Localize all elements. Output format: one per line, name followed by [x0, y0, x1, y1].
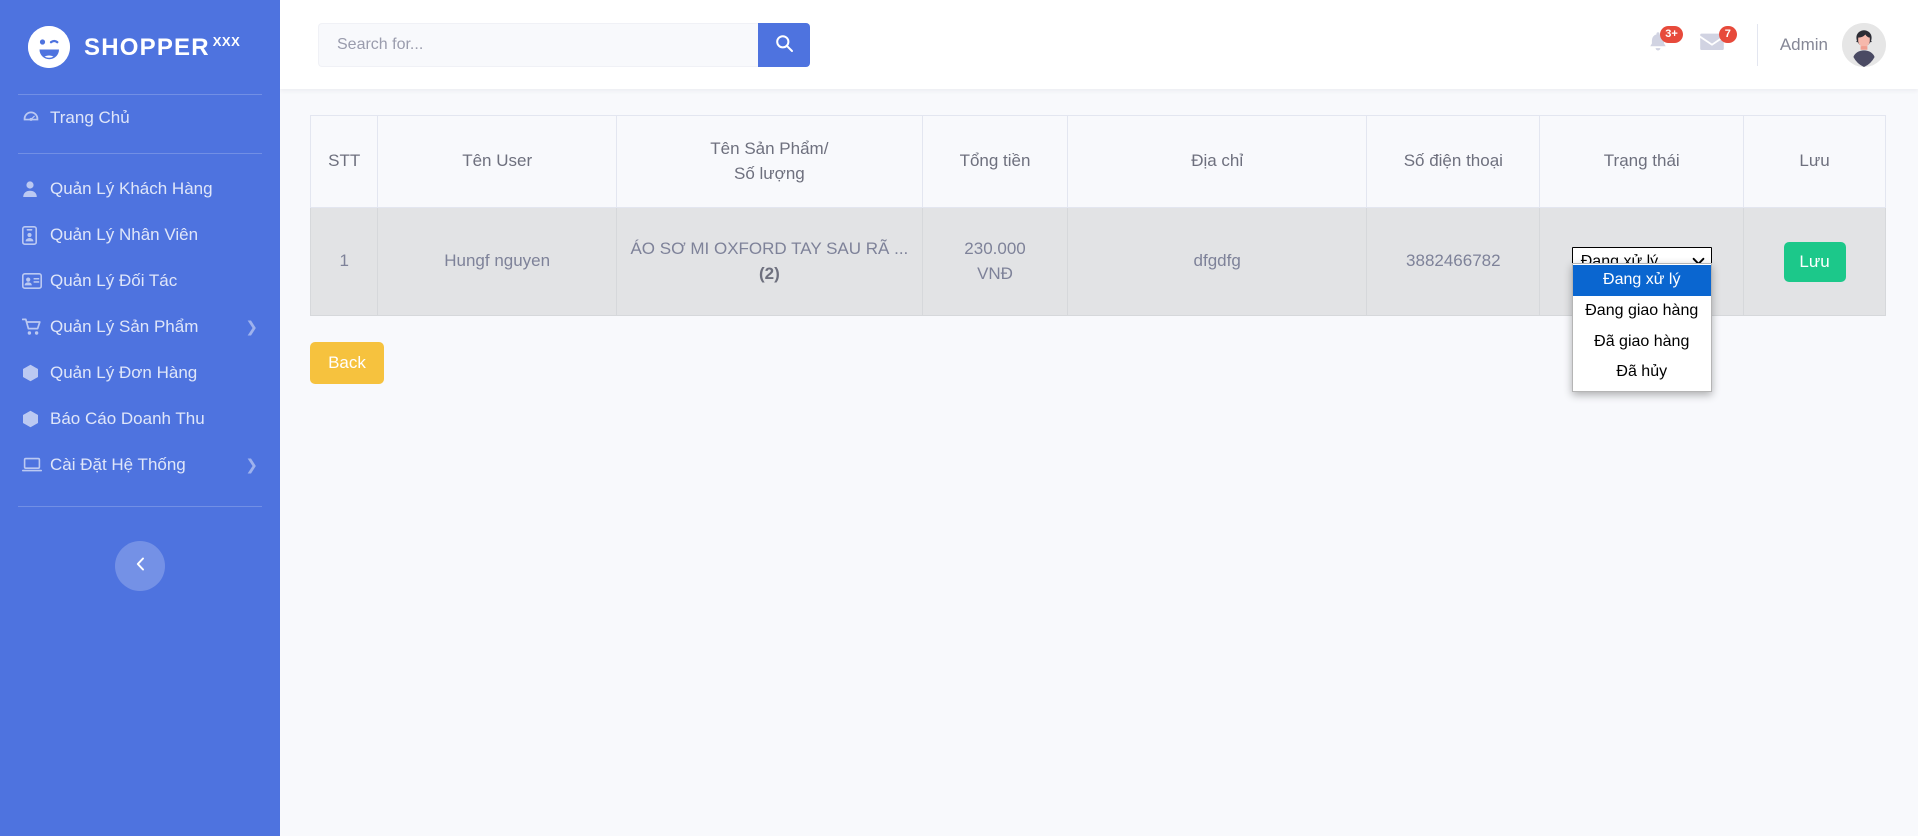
- alerts-button[interactable]: 3+: [1631, 18, 1685, 72]
- cell-address: dfgdfg: [1067, 207, 1368, 316]
- sidebar-item-cai-dat-he-thong[interactable]: Cài Đặt Hệ Thống ❯: [0, 442, 280, 488]
- sidebar-item-label: Quản Lý Nhân Viên: [50, 225, 199, 244]
- sidebar-item-quan-ly-nhan-vien[interactable]: Quản Lý Nhân Viên: [0, 212, 280, 258]
- orders-table: STT Tên User Tên Sản Phẩm/ Số lượng Tổng…: [309, 115, 1886, 393]
- laptop-icon: [22, 457, 48, 473]
- cell-status: Đang xử lý Đang xử lý Đang giao hàng Đã …: [1539, 207, 1745, 393]
- cell-total: 230.000 VNĐ: [921, 207, 1069, 316]
- sidebar-item-label: Quản Lý Đơn Hàng: [50, 363, 198, 382]
- sidebar-item-label: Cài Đặt Hệ Thống: [50, 455, 186, 474]
- cell-user: Hungf nguyen: [377, 207, 617, 316]
- column-header-user: Tên User: [377, 115, 617, 208]
- sidebar-item-quan-ly-don-hang[interactable]: Quản Lý Đơn Hàng: [0, 350, 280, 396]
- search-button[interactable]: [758, 22, 810, 67]
- total-amount: 230.000: [964, 238, 1026, 258]
- user-menu[interactable]: Admin: [1779, 22, 1886, 67]
- main-area: 3+ 7 Admin: [280, 0, 1918, 836]
- column-header-status: Trạng thái: [1539, 115, 1745, 208]
- sidebar-item-bao-cao-doanh-thu[interactable]: Báo Cáo Doanh Thu: [0, 396, 280, 442]
- id-badge-icon: [22, 225, 48, 245]
- smiley-wink-icon: [28, 26, 70, 68]
- search-input[interactable]: [318, 22, 758, 67]
- sidebar-toggle-button[interactable]: [115, 541, 165, 591]
- id-card-icon: [22, 273, 48, 289]
- cell-save: Lưu: [1743, 207, 1886, 316]
- alerts-badge: 3+: [1660, 25, 1683, 43]
- topbar-separator: [1756, 23, 1758, 66]
- status-dropdown-list: Đang xử lý Đang giao hàng Đã giao hàng Đ…: [1571, 263, 1712, 393]
- sidebar-nav: Trang Chủ: [0, 95, 280, 141]
- column-header-product-line1: Tên Sản Phẩm/: [710, 138, 829, 158]
- search-group: [318, 22, 810, 67]
- product-quantity: (2): [758, 263, 780, 283]
- status-option-da-huy[interactable]: Đã hủy: [1573, 357, 1711, 388]
- cell-product: ÁO SƠ MI OXFORD TAY SAU RÃ ... (2): [615, 207, 923, 316]
- sidebar-item-label: Quản Lý Khách Hàng: [50, 179, 213, 198]
- sidebar-item-quan-ly-khach-hang[interactable]: Quản Lý Khách Hàng: [0, 166, 280, 212]
- content-area: STT Tên User Tên Sản Phẩm/ Số lượng Tổng…: [280, 89, 1918, 836]
- sidebar-item-label: Quản Lý Đối Tác: [50, 271, 178, 290]
- brand-logo-link[interactable]: SHOPPER XXX: [0, 0, 280, 94]
- back-button[interactable]: Back: [310, 342, 384, 384]
- messages-button[interactable]: 7: [1685, 18, 1739, 72]
- sidebar-collapse-wrap: [0, 507, 280, 591]
- column-header-product: Tên Sản Phẩm/ Số lượng: [615, 115, 923, 208]
- sidebar-item-trang-chu[interactable]: Trang Chủ: [0, 95, 280, 141]
- table-header-row: STT Tên User Tên Sản Phẩm/ Số lượng Tổng…: [309, 115, 1886, 208]
- cell-phone: 3882466782: [1366, 207, 1541, 316]
- product-name: ÁO SƠ MI OXFORD TAY SAU RÃ ...: [630, 238, 909, 258]
- brand-superscript: XXX: [212, 33, 241, 49]
- sidebar-nav-main: Quản Lý Khách Hàng Quản Lý Nhân Viên Quả…: [0, 166, 280, 488]
- sidebar-item-quan-ly-san-pham[interactable]: Quản Lý Sản Phẩm ❯: [0, 304, 280, 350]
- sidebar: SHOPPER XXX Trang Chủ Quản Lý Khách Hàng…: [0, 0, 280, 836]
- column-header-stt: STT: [309, 115, 379, 208]
- status-option-dang-xu-ly[interactable]: Đang xử lý: [1572, 265, 1711, 296]
- status-option-dang-giao-hang[interactable]: Đang giao hàng: [1573, 296, 1711, 327]
- cube-icon: [22, 364, 48, 382]
- orders-table-head: STT Tên User Tên Sản Phẩm/ Số lượng Tổng…: [309, 115, 1886, 208]
- messages-badge: 7: [1718, 25, 1737, 43]
- column-header-phone: Số điện thoại: [1366, 115, 1541, 208]
- user-icon: [22, 180, 48, 198]
- table-row: 1 Hungf nguyen ÁO SƠ MI OXFORD TAY SAU R…: [309, 207, 1886, 393]
- sidebar-item-label: Quản Lý Sản Phẩm: [50, 317, 199, 336]
- dashboard-icon: [22, 109, 48, 127]
- status-option-da-giao-hang[interactable]: Đã giao hàng: [1573, 327, 1711, 358]
- search-icon: [775, 34, 794, 56]
- sidebar-item-quan-ly-doi-tac[interactable]: Quản Lý Đối Tác: [0, 258, 280, 304]
- orders-table-wrap: STT Tên User Tên Sản Phẩm/ Số lượng Tổng…: [309, 115, 1886, 393]
- chevron-right-icon: ❯: [245, 318, 258, 336]
- sidebar-item-label: Trang Chủ: [50, 108, 130, 127]
- topbar: 3+ 7 Admin: [280, 0, 1918, 89]
- column-header-address: Địa chỉ: [1067, 115, 1368, 208]
- orders-table-body: 1 Hungf nguyen ÁO SƠ MI OXFORD TAY SAU R…: [309, 207, 1886, 393]
- column-header-total: Tổng tiền: [921, 115, 1069, 208]
- chevron-left-icon: [133, 555, 148, 578]
- brand-name: SHOPPER XXX: [84, 33, 241, 61]
- chevron-right-icon: ❯: [245, 456, 258, 474]
- total-currency: VNĐ: [977, 263, 1013, 283]
- app-root: SHOPPER XXX Trang Chủ Quản Lý Khách Hàng…: [0, 0, 1918, 836]
- user-name: Admin: [1779, 34, 1828, 54]
- column-header-product-line2: Số lượng: [734, 163, 805, 183]
- cart-icon: [22, 318, 48, 336]
- cube-icon: [22, 410, 48, 428]
- save-button[interactable]: Lưu: [1783, 241, 1846, 282]
- column-header-save: Lưu: [1743, 115, 1886, 208]
- sidebar-item-label: Báo Cáo Doanh Thu: [50, 409, 205, 428]
- avatar-icon: [1842, 22, 1886, 67]
- topbar-right: 3+ 7 Admin: [1631, 18, 1886, 72]
- cell-stt: 1: [309, 207, 379, 316]
